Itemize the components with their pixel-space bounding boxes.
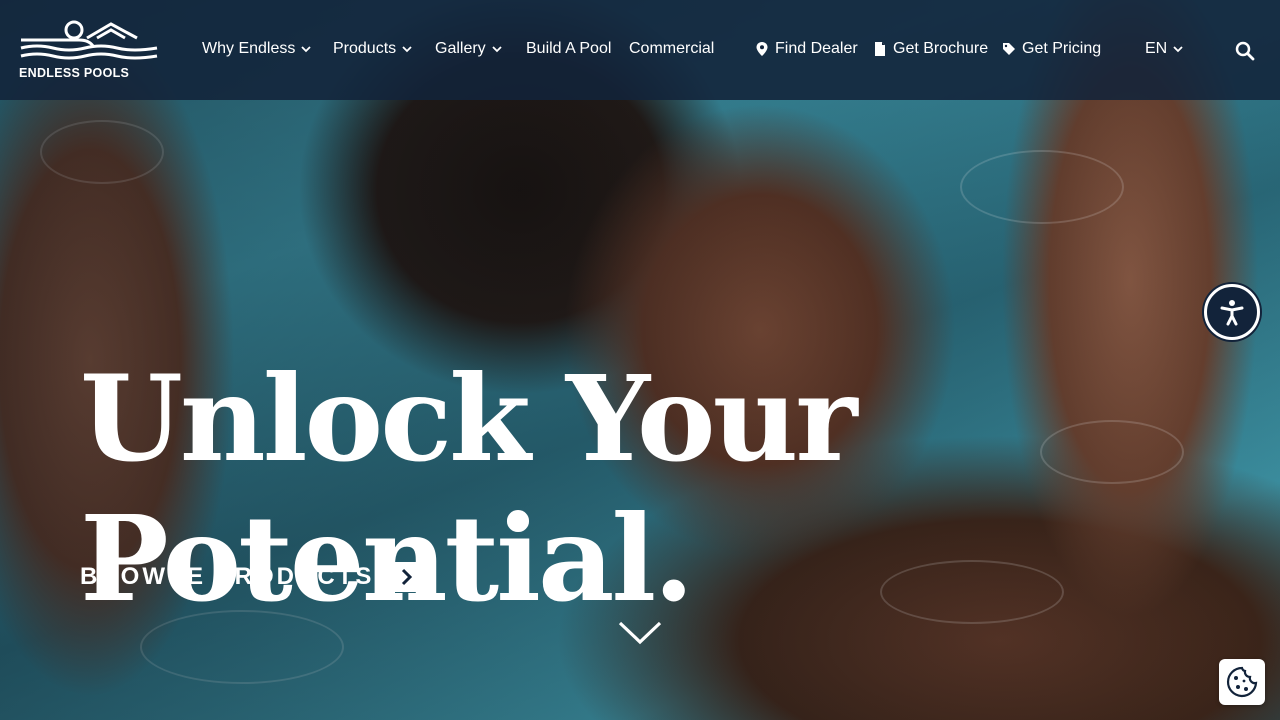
nav-products-label: Products <box>333 40 397 57</box>
nav-build-a-pool-label: Build A Pool <box>526 40 612 57</box>
language-label: EN <box>1145 40 1168 57</box>
nav-products[interactable]: Products <box>333 40 412 58</box>
chevron-down-icon <box>1173 46 1183 53</box>
chevron-down-icon <box>402 46 412 53</box>
nav-get-pricing[interactable]: Get Pricing <box>1002 40 1101 58</box>
nav-get-brochure[interactable]: Get Brochure <box>873 40 988 58</box>
water-ripple <box>880 560 1064 624</box>
nav-commercial[interactable]: Commercial <box>629 40 714 58</box>
headline-line-2: Potential. <box>80 489 694 629</box>
scroll-down-chevron-icon[interactable] <box>618 620 662 646</box>
map-pin-icon <box>756 42 768 56</box>
nav-find-dealer-label: Find Dealer <box>775 40 858 57</box>
browse-products-label: BROWSE PRODUCTS <box>80 563 375 590</box>
cookie-settings-button[interactable] <box>1219 659 1265 705</box>
water-ripple <box>40 120 164 184</box>
endless-pools-logo[interactable]: ENDLESS POOLS <box>19 20 159 80</box>
nav-build-a-pool[interactable]: Build A Pool <box>526 40 611 58</box>
browse-products-link[interactable]: BROWSE PRODUCTS <box>80 562 423 592</box>
nav-gallery-label: Gallery <box>435 40 486 57</box>
nav-commercial-label: Commercial <box>629 40 715 57</box>
language-selector[interactable]: EN <box>1145 40 1183 58</box>
nav-get-pricing-label: Get Pricing <box>1022 40 1102 57</box>
chevron-down-icon <box>301 46 312 53</box>
nav-find-dealer[interactable]: Find Dealer <box>755 40 858 58</box>
chevron-down-icon <box>492 46 502 53</box>
logo-text: ENDLESS POOLS <box>19 66 130 80</box>
accessibility-button[interactable] <box>1204 284 1260 340</box>
top-navigation: ENDLESS POOLS Why Endless Products Galle… <box>0 0 1280 100</box>
logo-mark-icon <box>20 20 158 60</box>
headline-line-1: Unlock Your <box>80 349 858 489</box>
nav-gallery[interactable]: Gallery <box>435 40 502 58</box>
tag-icon <box>1003 43 1015 55</box>
document-icon <box>875 42 885 56</box>
water-ripple <box>960 150 1124 224</box>
accessibility-icon <box>1220 300 1244 326</box>
nav-why-endless[interactable]: Why Endless <box>202 40 312 58</box>
water-ripple <box>1040 420 1184 484</box>
nav-get-brochure-label: Get Brochure <box>893 40 989 57</box>
search-icon[interactable] <box>1235 41 1255 61</box>
chevron-right-icon <box>392 562 423 592</box>
nav-why-endless-label: Why Endless <box>202 40 296 57</box>
cookie-icon <box>1226 666 1258 698</box>
